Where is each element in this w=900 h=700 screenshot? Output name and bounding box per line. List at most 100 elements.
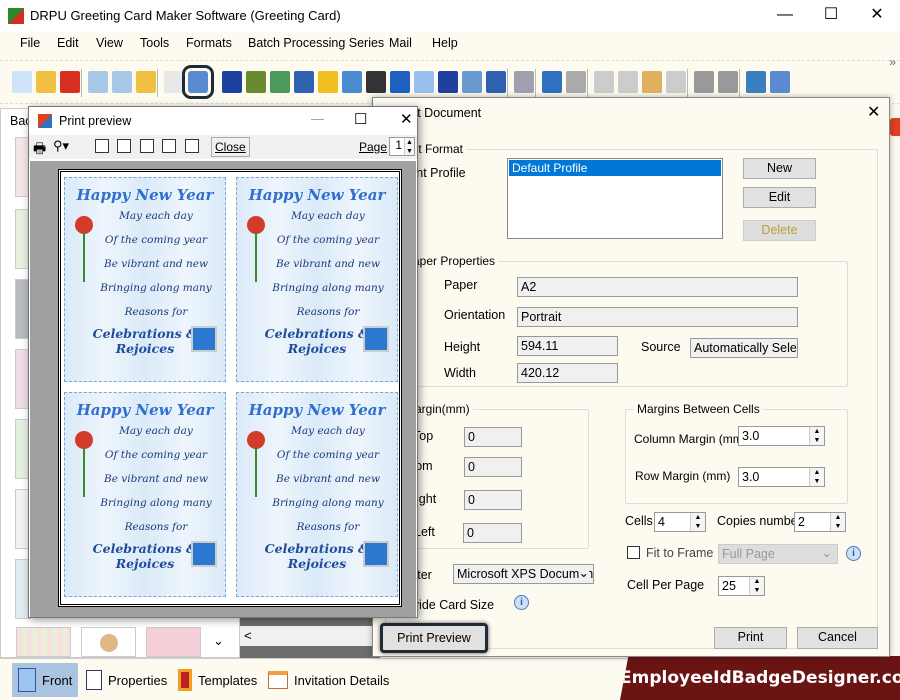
save-as-icon[interactable] [112, 71, 132, 93]
signature-icon[interactable] [438, 71, 458, 93]
edit-button[interactable]: Edit [743, 187, 816, 208]
cut-icon[interactable] [594, 71, 614, 93]
text-icon[interactable] [390, 71, 410, 93]
menu-mail[interactable]: Mail [389, 36, 412, 50]
cells-spinner[interactable]: 4 ▲ ▼ [654, 512, 706, 532]
copy-icon[interactable] [618, 71, 638, 93]
horizontal-scrollbar[interactable]: < [240, 626, 380, 646]
background-icon[interactable] [222, 71, 242, 93]
spinner-arrows-icon[interactable]: ▲ ▼ [809, 468, 824, 486]
spinner-arrows-icon[interactable]: ▲ ▼ [749, 577, 764, 595]
spinner-arrows-icon[interactable]: ▲ ▼ [690, 513, 705, 531]
print-button[interactable]: Print [714, 627, 787, 649]
minimize-button[interactable]: — [762, 0, 808, 32]
four-pages-icon[interactable] [162, 139, 176, 153]
paste-icon[interactable] [642, 71, 662, 93]
dialog-close-button[interactable]: ✕ [867, 102, 880, 122]
six-pages-icon[interactable] [185, 139, 199, 153]
print-icon[interactable] [182, 65, 214, 99]
tab-templates[interactable]: Templates [172, 663, 263, 697]
database-icon[interactable] [514, 71, 534, 93]
tab-invitation-details[interactable]: Invitation Details [262, 663, 395, 697]
maximize-button[interactable]: ☐ [808, 0, 854, 32]
copies-spinner[interactable]: 2 ▲ ▼ [794, 512, 846, 532]
left-margin-field[interactable]: 0 [463, 523, 522, 543]
close-file-icon[interactable] [60, 71, 80, 93]
print-preview-button[interactable]: Print Preview [380, 623, 488, 653]
close-button[interactable]: ✕ [854, 0, 900, 32]
scroll-left-icon[interactable]: < [244, 628, 252, 643]
grid-icon[interactable] [746, 71, 766, 93]
menu-edit[interactable]: Edit [57, 36, 79, 50]
info-icon[interactable]: i [514, 595, 529, 610]
undo-icon[interactable] [542, 71, 562, 93]
fit-to-frame-checkbox[interactable] [627, 546, 640, 559]
tab-front[interactable]: Front [12, 663, 79, 697]
one-page-icon[interactable] [95, 139, 109, 153]
column-margin-spinner[interactable]: 3.0 ▲ ▼ [738, 426, 825, 446]
delete-button[interactable]: Delete [743, 220, 816, 241]
save-icon[interactable] [88, 71, 108, 93]
preview-maximize-button[interactable]: ☐ [354, 110, 367, 128]
pen-icon[interactable] [294, 71, 314, 93]
menu-formats[interactable]: Formats [186, 36, 232, 50]
actual-size-icon[interactable] [770, 71, 790, 93]
print-icon[interactable]: 🖶 [33, 138, 46, 162]
email-icon[interactable] [462, 71, 482, 93]
menu-help[interactable]: Help [432, 36, 458, 50]
cancel-button[interactable]: Cancel [797, 627, 878, 649]
page-spinner[interactable]: 1 ▲ ▼ [389, 137, 415, 156]
new-button[interactable]: New [743, 158, 816, 179]
right-margin-field[interactable]: 0 [464, 490, 522, 510]
menu-tools[interactable]: Tools [140, 36, 169, 50]
paper-field[interactable]: A2 [517, 277, 798, 297]
watermark-icon[interactable] [342, 71, 362, 93]
side-tab[interactable] [890, 118, 900, 136]
spinner-arrows-icon[interactable]: ▲ ▼ [809, 427, 824, 445]
orientation-field[interactable]: Portrait [517, 307, 798, 327]
menu-view[interactable]: View [96, 36, 123, 50]
menu-file[interactable]: File [20, 36, 40, 50]
three-pages-icon[interactable] [140, 139, 154, 153]
background-thumbnail[interactable] [81, 627, 136, 657]
width-field[interactable]: 420.12 [517, 363, 618, 383]
row-margin-spinner[interactable]: 3.0 ▲ ▼ [738, 467, 825, 487]
cell-per-page-spinner[interactable]: 25 ▲ ▼ [718, 576, 765, 596]
bring-front-icon[interactable] [694, 71, 714, 93]
preview-close-button[interactable]: ✕ [400, 110, 413, 128]
spinner-arrows-icon[interactable]: ▲ ▼ [404, 138, 414, 155]
image-icon[interactable] [270, 71, 290, 93]
background-thumbnail[interactable] [146, 627, 201, 657]
frame-option-dropdown[interactable]: Full Page ⌄ [718, 544, 838, 564]
source-field[interactable]: Automatically Select [690, 338, 798, 358]
profile-item[interactable]: Default Profile [509, 160, 721, 176]
card-icon[interactable] [246, 71, 266, 93]
send-back-icon[interactable] [718, 71, 738, 93]
zoom-icon[interactable]: ⚲▾ [53, 138, 69, 154]
open-icon[interactable] [36, 71, 56, 93]
preview-minimize-button[interactable]: — [311, 111, 324, 126]
tab-properties[interactable]: Properties [80, 663, 173, 697]
export-icon[interactable] [136, 71, 156, 93]
line-icon[interactable] [486, 71, 506, 93]
new-icon[interactable] [12, 71, 32, 93]
bottom-margin-field[interactable]: 0 [464, 457, 522, 477]
scroll-down-icon[interactable]: ⌄ [213, 633, 224, 649]
preview-close-toolbar-button[interactable]: Close [211, 137, 250, 157]
properties-icon[interactable] [164, 71, 184, 93]
word-art-icon[interactable] [414, 71, 434, 93]
info-icon[interactable]: i [846, 546, 861, 561]
height-field[interactable]: 594.11 [517, 336, 618, 356]
background-thumbnail[interactable] [16, 627, 71, 657]
delete-icon[interactable] [666, 71, 686, 93]
top-margin-field[interactable]: 0 [464, 427, 522, 447]
barcode-icon[interactable] [366, 71, 386, 93]
menu-batch-processing-series[interactable]: Batch Processing Series [248, 36, 384, 50]
spinner-arrows-icon[interactable]: ▲ ▼ [830, 513, 845, 531]
toolbar-overflow-button[interactable]: » [889, 55, 896, 69]
redo-icon[interactable] [566, 71, 586, 93]
shapes-icon[interactable] [318, 71, 338, 93]
printer-dropdown[interactable]: Microsoft XPS Document Writer⌄ [453, 564, 594, 584]
two-pages-icon[interactable] [117, 139, 131, 153]
profile-list[interactable]: Default Profile [507, 158, 723, 239]
